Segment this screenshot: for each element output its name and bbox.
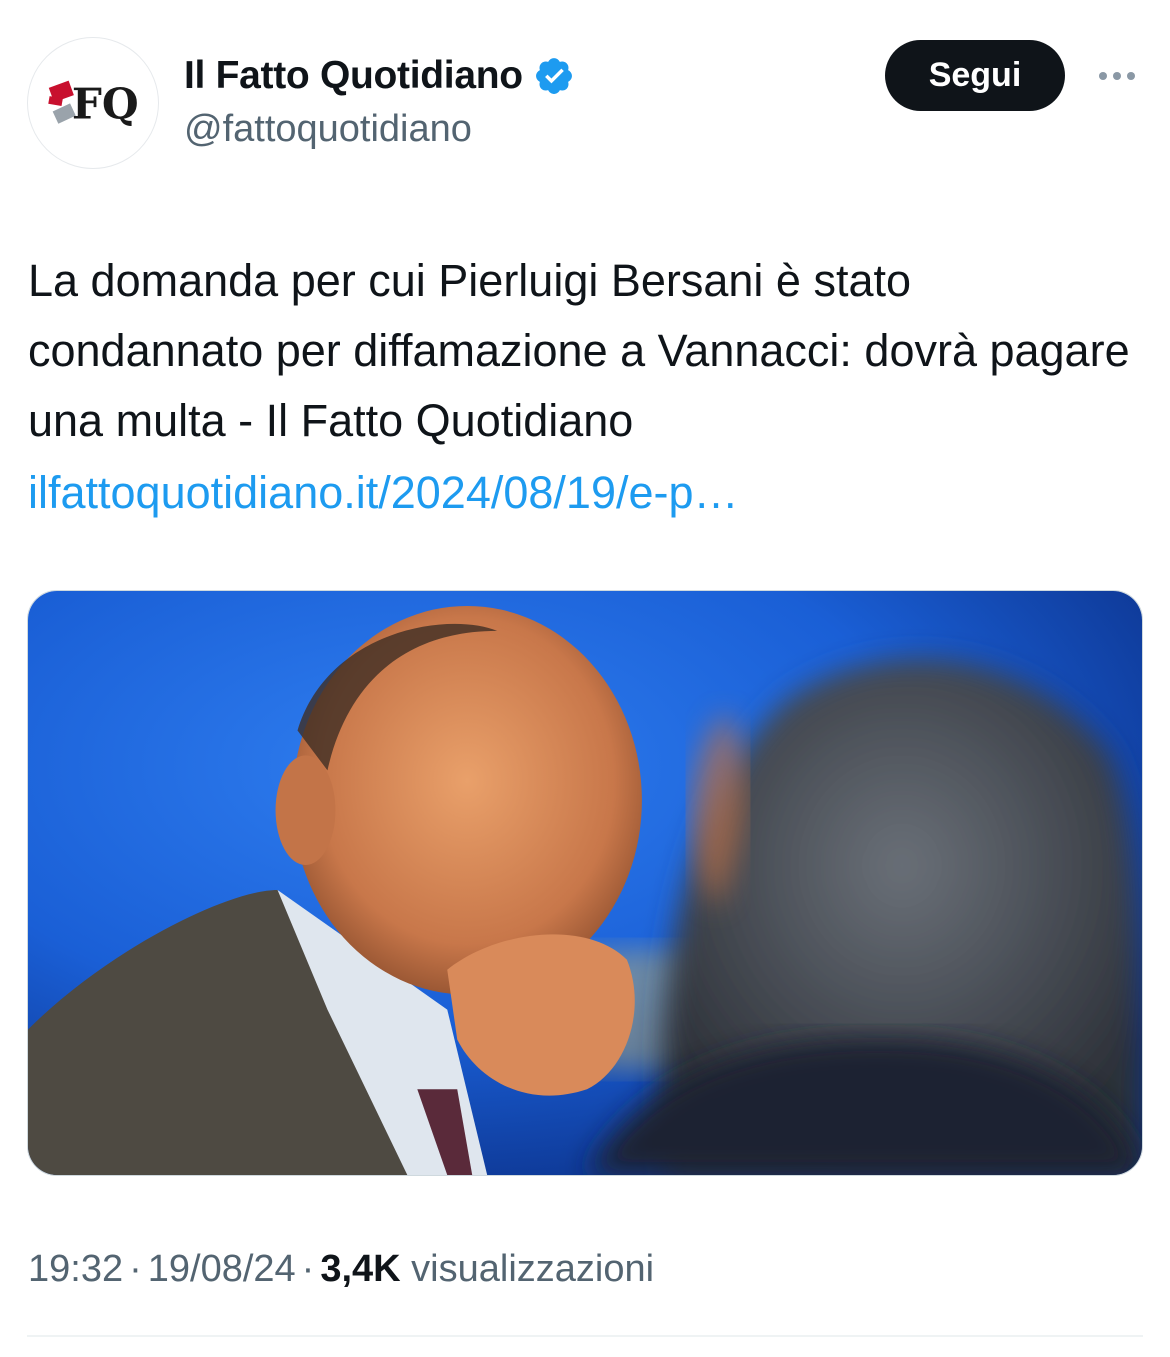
author-handle[interactable]: @fattoquotidiano bbox=[184, 108, 472, 151]
more-dots-icon bbox=[1099, 72, 1107, 80]
more-options-button[interactable] bbox=[1092, 58, 1142, 94]
fq-logo-text: FQ bbox=[72, 78, 139, 128]
tweet-text: La domanda per cui Pierluigi Bersani è s… bbox=[28, 255, 1130, 446]
tweet-date[interactable]: 19/08/24 bbox=[148, 1248, 296, 1290]
tweet-meta: 19:32 · 19/08/24 · 3,4K visualizzazioni bbox=[28, 1248, 654, 1291]
photo-image bbox=[28, 591, 1142, 1175]
fq-logo-icon: FQ bbox=[48, 78, 139, 128]
views-count: 3,4K bbox=[320, 1248, 401, 1290]
views-label: visualizzazioni bbox=[411, 1248, 655, 1290]
verified-badge-icon bbox=[535, 58, 572, 94]
tweet-card: FQ Il Fatto Quotidiano @fattoquotidiano … bbox=[0, 0, 1170, 1357]
meta-separator: · bbox=[129, 1248, 142, 1290]
author-name-row: Il Fatto Quotidiano bbox=[184, 50, 575, 102]
divider bbox=[27, 1335, 1143, 1337]
author-display-name[interactable]: Il Fatto Quotidiano bbox=[184, 54, 523, 98]
tweet-link[interactable]: ilfattoquotidiano.it/2024/08/19/e-p… bbox=[28, 458, 739, 528]
meta-separator: · bbox=[301, 1248, 315, 1290]
follow-button[interactable]: Segui bbox=[885, 40, 1065, 111]
tweet-media-photo[interactable] bbox=[27, 590, 1143, 1176]
author-avatar[interactable]: FQ bbox=[27, 37, 159, 169]
more-dots-icon bbox=[1113, 72, 1121, 80]
tweet-time[interactable]: 19:32 bbox=[28, 1248, 123, 1290]
more-dots-icon bbox=[1127, 72, 1135, 80]
